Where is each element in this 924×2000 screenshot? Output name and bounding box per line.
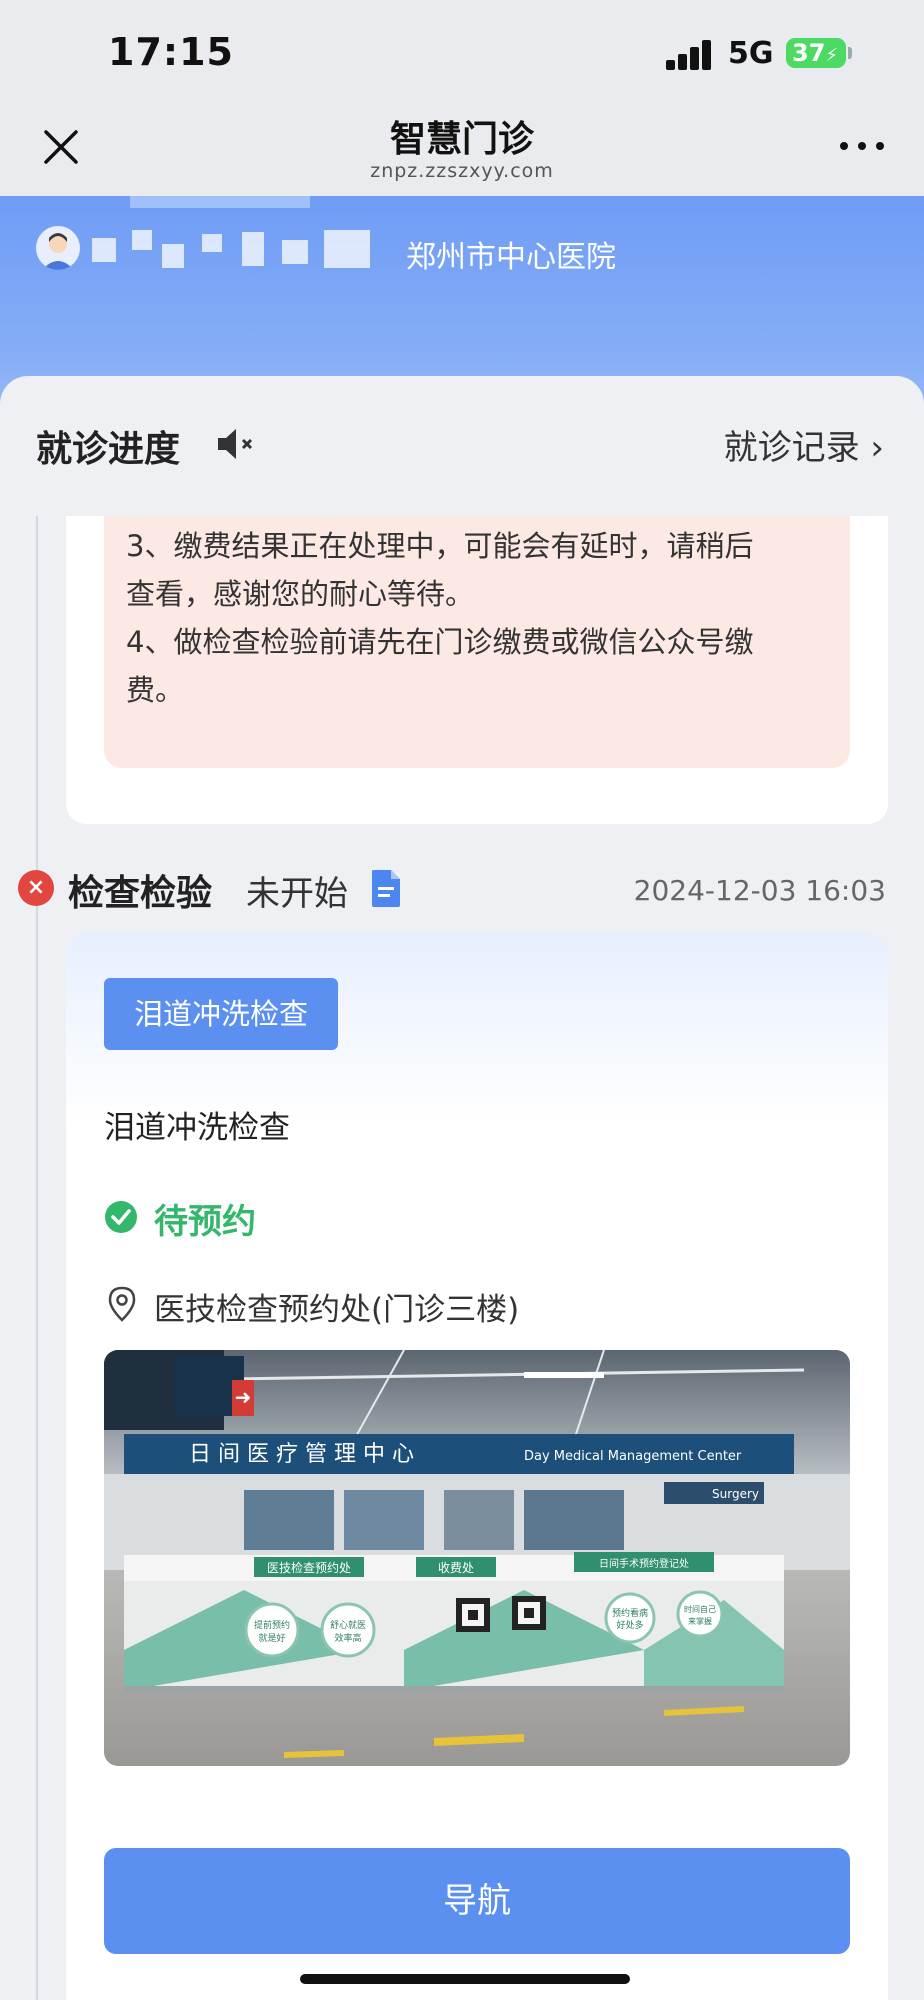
svg-text:就是好: 就是好 [258, 1632, 285, 1644]
timeline-line [36, 516, 38, 2000]
notice-line: 费。 [126, 673, 185, 707]
photo-counter-2: 收费处 [438, 1561, 474, 1575]
svg-text:➜: ➜ [235, 1385, 252, 1409]
section-status: 未开始 [246, 874, 348, 914]
notice-card: 3、缴费结果正在处理中，可能会有延时，请稍后 查看，感谢您的耐心等待。 4、做检… [66, 516, 888, 824]
location-pin-icon [108, 1286, 136, 1322]
battery-tip [848, 47, 852, 59]
notice-line: 查看，感谢您的耐心等待。 [126, 577, 475, 611]
status-bar: 17:15 5G 37⚡ [0, 0, 924, 100]
progress-header: 就诊进度 就诊记录 › [0, 376, 924, 516]
document-icon[interactable] [370, 868, 402, 908]
notice-line: 4、做检查检验前请先在门诊缴费或微信公众号缴 [126, 625, 754, 659]
photo-surgery-sign: Surgery [712, 1487, 759, 1501]
notice-box: 3、缴费结果正在处理中，可能会有延时，请稍后 查看，感谢您的耐心等待。 4、做检… [104, 516, 850, 768]
exam-section-header: × 检查检验 未开始 2024-12-03 16:03 [0, 858, 924, 918]
nav-bar: 智慧门诊 znpz.zzszxyy.com [0, 100, 924, 196]
photo-counter-3: 日间手术预约登记处 [599, 1557, 689, 1570]
avatar-icon[interactable] [36, 226, 80, 270]
svg-text:来掌握: 来掌握 [688, 1616, 712, 1626]
notice-line: 3、缴费结果正在处理中，可能会有延时，请稍后 [126, 529, 754, 563]
navigate-button[interactable]: 导航 [104, 1848, 850, 1954]
photo-main-sign-en: Day Medical Management Center [524, 1449, 742, 1464]
svg-text:效率高: 效率高 [334, 1632, 361, 1644]
redacted-patient-name [92, 230, 392, 270]
clock: 17:15 [108, 30, 234, 74]
svg-text:提前预约: 提前预约 [254, 1619, 290, 1631]
svg-text:预约看病: 预约看病 [612, 1607, 648, 1619]
more-icon[interactable] [840, 136, 884, 156]
section-timestamp: 2024-12-03 16:03 [633, 874, 886, 907]
exam-card: 泪道冲洗检查 泪道冲洗检查 待预约 医技检查预约处(门诊三楼) ➜ 日 间 医 … [66, 934, 888, 2000]
location-photo[interactable]: ➜ 日 间 医 疗 管 理 中 心 Day Medical Management… [104, 1350, 850, 1766]
section-title: 检查检验 [68, 873, 213, 914]
exam-status: 待预约 [154, 1202, 256, 1242]
redaction-strip [130, 196, 310, 208]
svg-text:时间自己: 时间自己 [684, 1604, 716, 1614]
battery-level: 37 [792, 39, 826, 67]
hospital-name: 郑州市中心医院 [406, 240, 616, 275]
page-url: znpz.zzszxyy.com [370, 160, 554, 182]
progress-title: 就诊进度 [36, 429, 181, 470]
battery-icon: 37⚡ [786, 38, 846, 68]
exam-tag[interactable]: 泪道冲洗检查 [104, 978, 338, 1050]
check-circle-icon [105, 1201, 137, 1233]
page-title: 智慧门诊 [389, 119, 534, 160]
close-circle-icon: × [18, 870, 54, 906]
svg-text:好处多: 好处多 [616, 1619, 643, 1631]
exam-location: 医技检查预约处(门诊三楼) [154, 1292, 520, 1328]
exam-name: 泪道冲洗检查 [104, 1110, 290, 1146]
photo-counter-1: 医技检查预约处 [267, 1560, 351, 1575]
home-indicator [300, 1974, 630, 1984]
svg-text:舒心就医: 舒心就医 [330, 1619, 366, 1631]
speaker-mute-icon[interactable] [216, 426, 260, 462]
photo-main-sign: 日 间 医 疗 管 理 中 心 [189, 1442, 414, 1467]
signal-icon [666, 38, 714, 70]
visit-records-link[interactable]: 就诊记录 › [724, 420, 884, 469]
network-type: 5G [728, 36, 774, 71]
